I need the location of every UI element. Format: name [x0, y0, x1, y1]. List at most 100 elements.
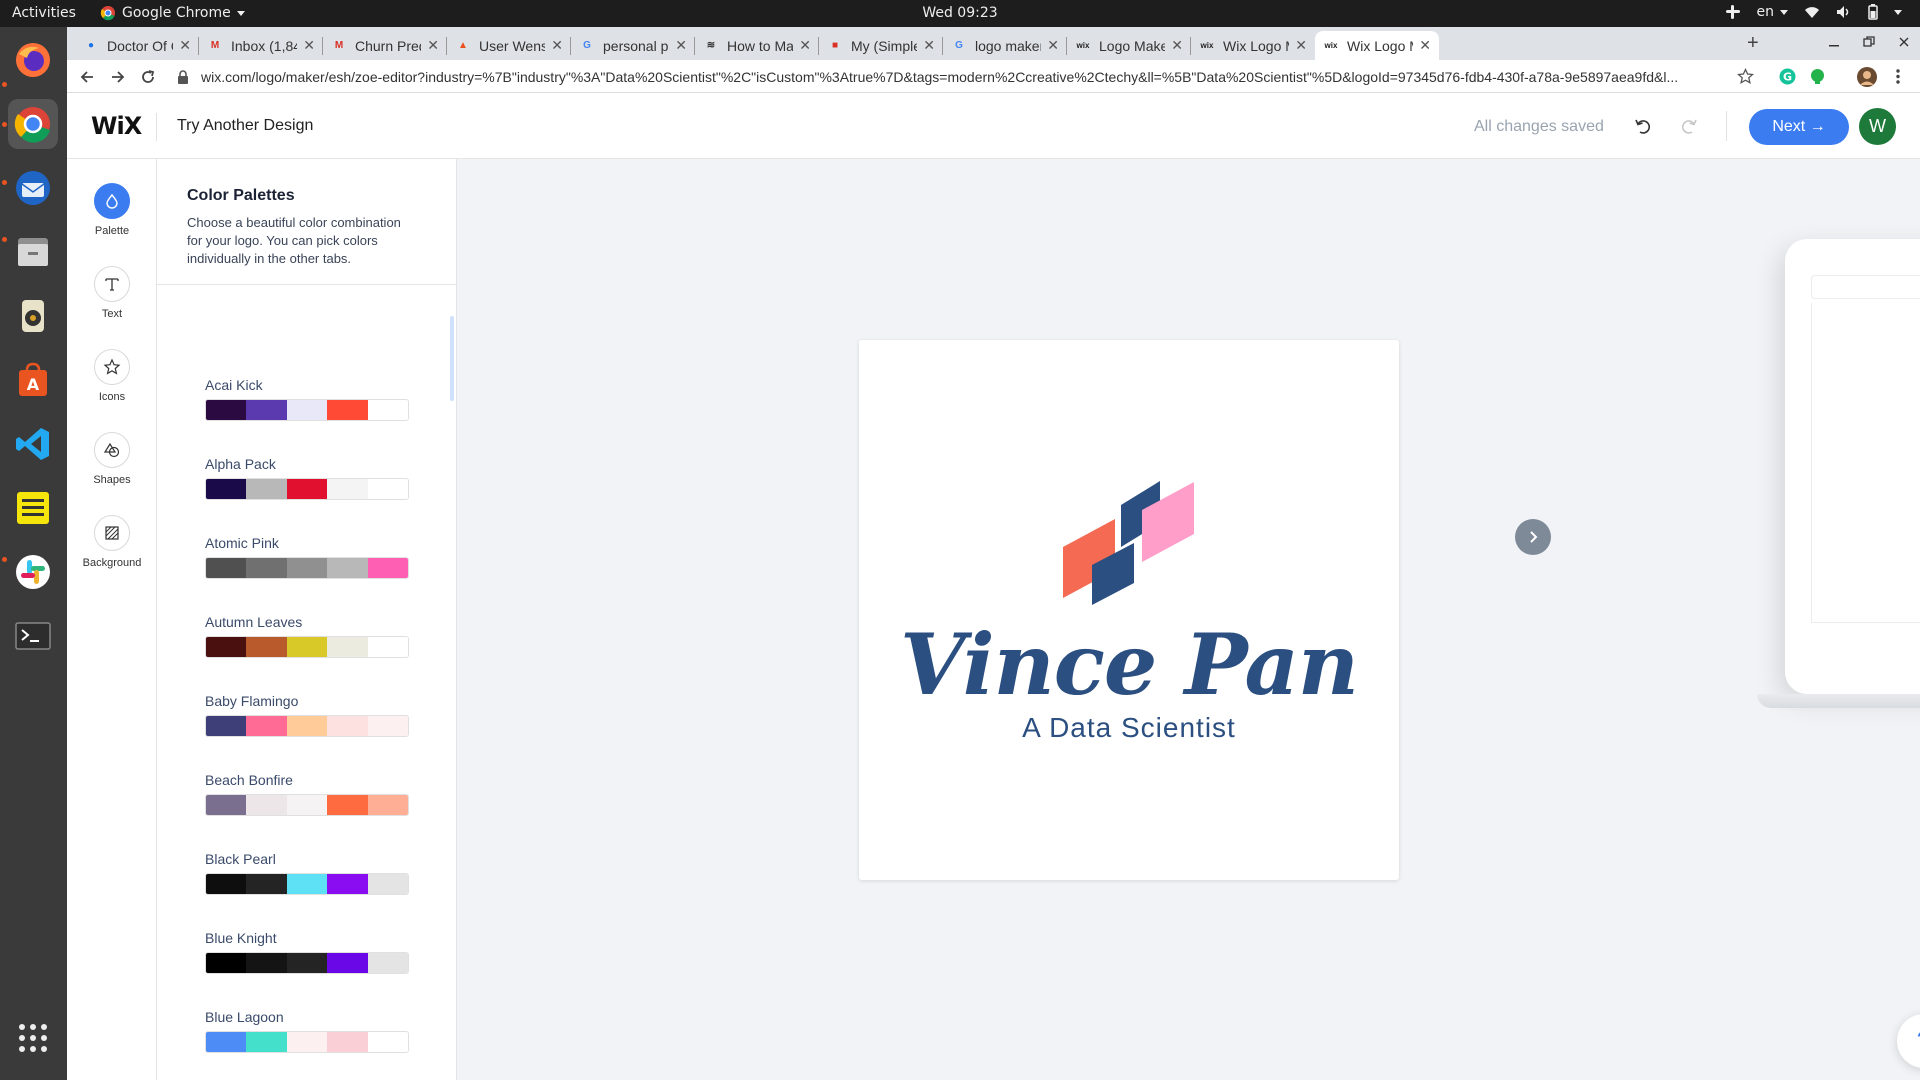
dock-chrome[interactable]: [8, 99, 58, 149]
panel-scrollbar[interactable]: [450, 316, 454, 401]
browser-tab[interactable]: wix Logo Maker | ✕: [1067, 31, 1191, 60]
minimize-button[interactable]: [1827, 35, 1841, 49]
palette-option[interactable]: Black Pearl: [205, 851, 409, 895]
logo-preview-card[interactable]: Vince Pan A Data Scientist: [859, 340, 1399, 880]
kebab-menu-icon[interactable]: [1895, 68, 1901, 85]
profile-avatar-icon[interactable]: [1857, 67, 1877, 87]
dock-slack[interactable]: [8, 547, 58, 597]
tool-text-icon-wrap: [94, 266, 130, 302]
wix-logo[interactable]: WiX: [91, 112, 142, 140]
palette-option[interactable]: Baby Flamingo: [205, 693, 409, 737]
bookmark-star-icon[interactable]: [1737, 68, 1754, 85]
tool-icons[interactable]: Icons: [67, 349, 157, 403]
next-design-button[interactable]: [1515, 519, 1551, 555]
tool-shapes[interactable]: Shapes: [67, 432, 157, 486]
palette-option[interactable]: Beach Bonfire: [205, 772, 409, 816]
power-menu-chevron-icon[interactable]: [1894, 9, 1902, 15]
google-favicon: G: [955, 40, 963, 51]
dock-rhythmbox[interactable]: [8, 291, 58, 341]
browser-tab[interactable]: Gpersonal por ✕: [571, 31, 695, 60]
color-swatch: [286, 716, 328, 736]
tab-title: Logo Maker |: [1099, 37, 1166, 54]
browser-tab[interactable]: ≋ How to Make ✕: [695, 31, 819, 60]
color-swatch: [286, 874, 328, 894]
close-tab-icon[interactable]: ✕: [427, 37, 439, 54]
close-tab-icon[interactable]: ✕: [799, 37, 811, 54]
palette-option[interactable]: Blue Lagoon: [205, 1009, 409, 1053]
back-arrow-icon[interactable]: [79, 69, 95, 85]
browser-tab[interactable]: ▲ User Wensi F ✕: [447, 31, 571, 60]
dock-thunderbird[interactable]: [8, 163, 58, 213]
activities-button[interactable]: Activities: [12, 5, 76, 21]
close-tab-icon[interactable]: ✕: [1419, 37, 1431, 54]
tool-text[interactable]: Text: [67, 266, 157, 320]
close-tab-icon[interactable]: ✕: [675, 37, 687, 54]
palette-option[interactable]: Blue Knight: [205, 930, 409, 974]
tool-palette-icon-wrap: [94, 183, 130, 219]
palette-option[interactable]: Alpha Pack: [205, 456, 409, 500]
dock-software-center[interactable]: A: [8, 355, 58, 405]
extension-icon[interactable]: [1809, 68, 1826, 85]
color-swatch: [327, 953, 368, 973]
dock-show-applications[interactable]: [8, 1013, 58, 1063]
close-tab-icon[interactable]: ✕: [923, 37, 935, 54]
clock[interactable]: Wed 09:23: [922, 5, 997, 21]
close-tab-icon[interactable]: ✕: [551, 37, 563, 54]
system-tray[interactable]: en: [1725, 4, 1902, 20]
slack-tray-icon[interactable]: [1725, 4, 1741, 20]
language-indicator[interactable]: en: [1757, 4, 1788, 20]
browser-tab[interactable]: ■ My (Simple) W ✕: [819, 31, 943, 60]
close-tab-icon[interactable]: ✕: [1047, 37, 1059, 54]
next-button[interactable]: Next →: [1749, 109, 1849, 145]
tab-separator: [446, 37, 447, 55]
browser-tab[interactable]: M Inbox (1,847) ✕: [199, 31, 323, 60]
app-grid-icon: [19, 1024, 47, 1052]
color-swatch: [286, 795, 328, 815]
browser-tab[interactable]: Glogo maker - ✕: [943, 31, 1067, 60]
tab-title: My (Simple) W: [851, 37, 918, 54]
browser-tab[interactable]: wix Wix Logo Ma ✕: [1191, 31, 1315, 60]
user-avatar[interactable]: W: [1859, 108, 1896, 145]
svg-text:A: A: [27, 375, 40, 394]
palette-swatches: [205, 952, 409, 974]
palette-option[interactable]: Autumn Leaves: [205, 614, 409, 658]
redo-icon[interactable]: [1680, 117, 1698, 135]
browser-window: ● Doctor Of Cr ✕ M Inbox (1,847) ✕ M Churn Pred…: [67, 27, 1920, 1080]
logo-name[interactable]: Vince Pan: [859, 615, 1399, 714]
address-bar[interactable]: wix.com/logo/maker/esh/zoe-editor?indust…: [177, 63, 1837, 90]
dock-files[interactable]: [8, 227, 58, 277]
grammarly-extension-icon[interactable]: G: [1779, 68, 1796, 85]
tool-icons-label: Icons: [98, 391, 126, 403]
reload-icon[interactable]: [140, 69, 156, 85]
palette-option[interactable]: Atomic Pink: [205, 535, 409, 579]
close-tab-icon[interactable]: ✕: [1171, 37, 1183, 54]
browser-tab[interactable]: wix Wix Logo Ma ✕: [1315, 31, 1439, 60]
forward-arrow-icon[interactable]: [110, 69, 126, 85]
dock-firefox[interactable]: [8, 35, 58, 85]
palette-name: Black Pearl: [205, 851, 276, 867]
close-tab-icon[interactable]: ✕: [1295, 37, 1307, 54]
tool-background[interactable]: Background: [67, 515, 157, 569]
restore-button[interactable]: [1862, 35, 1876, 49]
new-tab-button[interactable]: +: [1747, 32, 1759, 55]
running-indicator: [2, 557, 7, 562]
close-tab-icon[interactable]: ✕: [303, 37, 315, 54]
browser-tab[interactable]: ● Doctor Of Cr ✕: [75, 31, 199, 60]
close-tab-icon[interactable]: ✕: [179, 37, 191, 54]
dock-vscode[interactable]: [8, 419, 58, 469]
panel-title: Color Palettes: [187, 187, 295, 204]
palette-option[interactable]: Acai Kick: [205, 377, 409, 421]
logo-emblem[interactable]: [859, 340, 1399, 880]
undo-icon[interactable]: [1634, 117, 1652, 135]
app-menu[interactable]: Google Chrome: [100, 5, 245, 21]
logo-tagline[interactable]: A Data Scientist: [859, 712, 1399, 744]
dock-terminal[interactable]: [8, 611, 58, 661]
tool-palette[interactable]: Palette: [67, 183, 157, 237]
restore-icon: [1863, 36, 1875, 47]
dock-notes[interactable]: [8, 483, 58, 533]
browser-tab[interactable]: M Churn Predic ✕: [323, 31, 447, 60]
try-another-design-link[interactable]: Try Another Design: [177, 117, 313, 135]
help-button[interactable]: ?: [1897, 1014, 1920, 1068]
close-window-button[interactable]: [1897, 35, 1911, 49]
color-swatch: [206, 795, 247, 815]
